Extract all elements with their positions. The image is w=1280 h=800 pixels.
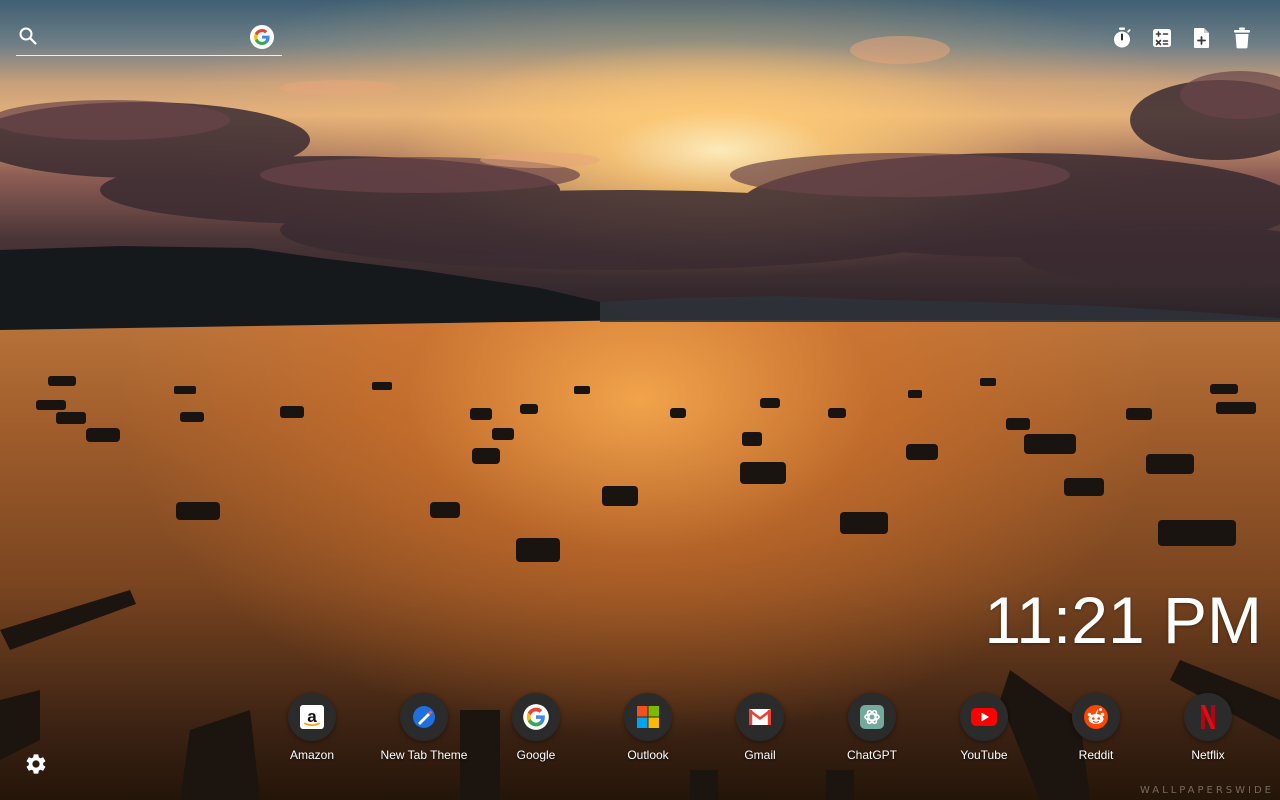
- shortcut-label: Amazon: [289, 748, 335, 762]
- outlook-icon: [624, 693, 672, 741]
- google-g-icon[interactable]: [250, 25, 274, 49]
- shortcut-new-tab-theme[interactable]: New Tab Theme: [368, 693, 480, 773]
- shortcut-label: YouTube: [960, 748, 1008, 762]
- gear-icon[interactable]: [24, 752, 48, 776]
- shortcuts-dock: a Amazon New Tab Theme Google Outlook Gm…: [256, 693, 1264, 773]
- shortcut-netflix[interactable]: Netflix: [1152, 693, 1264, 773]
- shortcut-label: Gmail: [744, 748, 776, 762]
- youtube-icon: [960, 693, 1008, 741]
- calculator-icon[interactable]: [1150, 26, 1174, 50]
- shortcut-youtube[interactable]: YouTube: [928, 693, 1040, 773]
- google-icon: [512, 693, 560, 741]
- wallpaper-watermark: WALLPAPERSWIDE: [1139, 785, 1274, 796]
- clock-time: 11:21 PM: [984, 583, 1262, 657]
- chatgpt-icon: [848, 693, 896, 741]
- shortcut-label: ChatGPT: [846, 748, 897, 762]
- search-input[interactable]: [48, 24, 244, 50]
- search-bar[interactable]: [16, 20, 282, 56]
- svg-text:a: a: [307, 707, 317, 726]
- new-tab-theme-icon: [400, 693, 448, 741]
- hills-silhouette: [0, 246, 1280, 330]
- search-icon[interactable]: [18, 26, 38, 46]
- shortcut-reddit[interactable]: Reddit: [1040, 693, 1152, 773]
- shortcut-label: Outlook: [627, 748, 669, 762]
- shortcut-label: Google: [516, 748, 556, 762]
- trash-icon[interactable]: [1230, 26, 1254, 50]
- shortcut-label: Netflix: [1191, 748, 1225, 762]
- shortcut-google[interactable]: Google: [480, 693, 592, 773]
- gmail-icon: [736, 693, 784, 741]
- shortcut-chatgpt[interactable]: ChatGPT: [816, 693, 928, 773]
- reddit-icon: [1072, 693, 1120, 741]
- amazon-icon: a: [288, 693, 336, 741]
- shortcut-outlook[interactable]: Outlook: [592, 693, 704, 773]
- shortcut-gmail[interactable]: Gmail: [704, 693, 816, 773]
- top-toolbar: [1110, 26, 1254, 50]
- shortcut-amazon[interactable]: a Amazon: [256, 693, 368, 773]
- add-note-icon[interactable]: [1190, 26, 1214, 50]
- shortcut-label: New Tab Theme: [380, 748, 468, 762]
- stopwatch-icon[interactable]: [1110, 26, 1134, 50]
- shortcut-label: Reddit: [1078, 748, 1114, 762]
- wallpaper-background: WALLPAPERSWIDE: [0, 0, 1280, 800]
- netflix-icon: [1184, 693, 1232, 741]
